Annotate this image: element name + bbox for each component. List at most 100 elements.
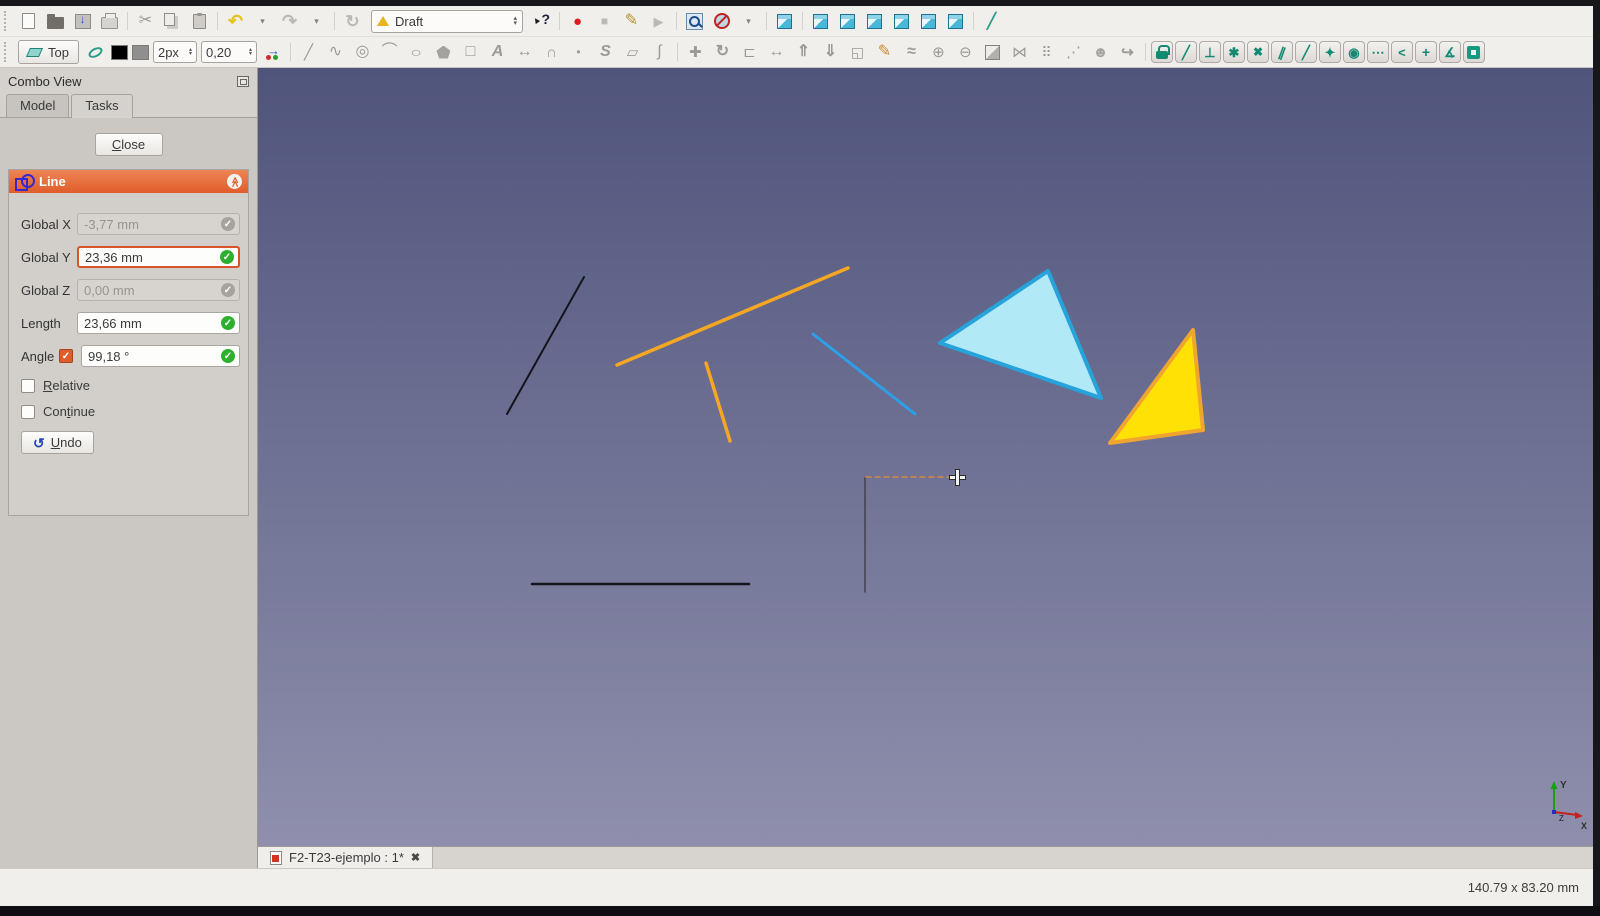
draft-offset-button[interactable]: ⊏ (736, 40, 763, 65)
paste-button[interactable] (186, 9, 213, 34)
draft-ellipse-button[interactable]: ○ (403, 40, 430, 65)
3d-viewport[interactable]: YXZ (258, 68, 1593, 846)
snap-perpendicular-button[interactable]: ⊥ (1199, 41, 1221, 63)
spinner-arrows-icon[interactable]: ▴▾ (510, 16, 517, 26)
cyan-triangle[interactable] (940, 271, 1101, 398)
snap-center-button[interactable]: ◉ (1343, 41, 1365, 63)
draft-array-button[interactable]: ⠿ (1033, 40, 1060, 65)
draft-add-point-button[interactable]: ⊕ (925, 40, 952, 65)
spinner-arrows-icon[interactable]: ▴▾ (246, 48, 252, 57)
close-document-icon[interactable]: ✖ (411, 851, 420, 864)
draft-scale-button[interactable]: ◱ (844, 40, 871, 65)
draft-rectangle-button[interactable]: □ (457, 40, 484, 65)
snap-grid-button[interactable]: ✱ (1223, 41, 1245, 63)
spin-down-icon[interactable]: ▾ (513, 21, 517, 26)
toolbar-handle[interactable] (4, 11, 11, 31)
new-document-button[interactable] (15, 9, 42, 34)
continue-checkbox[interactable] (21, 405, 35, 419)
macro-edit-button[interactable]: ✎ (618, 9, 645, 34)
global-scale-spinbox[interactable]: 0,20▴▾ (201, 41, 257, 63)
draft-wire-to-bspline-button[interactable]: ≈ (898, 40, 925, 65)
line-color-swatch[interactable] (111, 45, 128, 60)
draw-style-menu-button[interactable]: ▾ (735, 9, 762, 34)
collapse-icon[interactable]: ≪ (227, 174, 242, 189)
undo-button[interactable]: ↺ Undo (21, 431, 94, 454)
apply-style-button[interactable] (259, 40, 286, 65)
snap-ortho-button[interactable]: ✦ (1319, 41, 1341, 63)
black-line[interactable] (507, 277, 584, 414)
view-front-button[interactable] (807, 9, 834, 34)
draft-path-array-button[interactable]: ⋰ (1060, 40, 1087, 65)
draft-move-button[interactable]: ✚ (682, 40, 709, 65)
whats-this-button[interactable] (528, 9, 555, 34)
document-tab[interactable]: F2-T23-ejemplo : 1* ✖ (258, 847, 433, 868)
spinner-arrows-icon[interactable]: ▴▾ (186, 48, 192, 57)
orange-long-line[interactable] (617, 268, 848, 365)
open-document-button[interactable] (42, 9, 69, 34)
snap-lock-button[interactable] (1151, 41, 1173, 63)
draft-bspline-button[interactable]: ∩ (538, 40, 565, 65)
draft-bezier-button[interactable]: ∫ (646, 40, 673, 65)
draft-line-button[interactable]: ╱ (295, 40, 322, 65)
draft-clone-button[interactable]: ☻ (1087, 40, 1114, 65)
draft-to-sketch-button[interactable]: ↪ (1114, 40, 1141, 65)
view-right-button[interactable] (861, 9, 888, 34)
view-left-button[interactable] (942, 9, 969, 34)
view-rear-button[interactable] (888, 9, 915, 34)
snap-extension-button[interactable]: ╱ (1295, 41, 1317, 63)
snap-near-button[interactable]: < (1391, 41, 1413, 63)
draft-wire-button[interactable]: ∿ (322, 40, 349, 65)
relative-checkbox[interactable] (21, 379, 35, 393)
print-button[interactable] (96, 9, 123, 34)
draft-upgrade-button[interactable]: ⇑ (790, 40, 817, 65)
snap-special-button[interactable]: + (1415, 41, 1437, 63)
workbench-selector[interactable]: Draft▴▾ (371, 10, 523, 33)
close-button[interactable]: Close (95, 133, 163, 156)
macro-execute-button[interactable]: ▶ (645, 9, 672, 34)
redo-button[interactable]: ↷ (276, 9, 303, 34)
global-y-input[interactable] (79, 250, 238, 265)
yellow-triangle[interactable] (1110, 330, 1203, 443)
snap-parallel-button[interactable]: ∥ (1271, 41, 1293, 63)
spin-down-icon[interactable]: ▾ (189, 52, 192, 57)
draft-arc-button[interactable]: ⌒ (376, 40, 403, 65)
snap-working-plane-button[interactable] (1463, 41, 1485, 63)
angle-lock-checkbox[interactable] (59, 349, 73, 363)
draft-remove-point-button[interactable]: ⊖ (952, 40, 979, 65)
draft-point-button[interactable]: • (565, 40, 592, 65)
macro-record-button[interactable]: ● (564, 9, 591, 34)
tab-tasks[interactable]: Tasks (71, 94, 132, 118)
spin-down-icon[interactable]: ▾ (249, 52, 252, 57)
length-input[interactable] (78, 316, 239, 331)
global-z-input[interactable] (78, 283, 239, 298)
snap-endpoint-button[interactable]: ╱ (1175, 41, 1197, 63)
refresh-button[interactable]: ↻ (339, 9, 366, 34)
draft-trimex-button[interactable]: ↔ (763, 40, 790, 65)
copy-button[interactable] (159, 9, 186, 34)
draft-shapestring-button[interactable]: S (592, 40, 619, 65)
draft-dimension-button[interactable]: ↔ (511, 40, 538, 65)
snap-angle-button[interactable]: ∡ (1439, 41, 1461, 63)
view-bottom-button[interactable] (915, 9, 942, 34)
toolbar-handle[interactable] (4, 42, 11, 62)
tab-model[interactable]: Model (6, 94, 69, 117)
face-color-swatch[interactable] (132, 45, 149, 60)
blue-line[interactable] (813, 334, 915, 414)
view-top-button[interactable] (834, 9, 861, 34)
undo-menu-button[interactable]: ▾ (249, 9, 276, 34)
measure-distance-button[interactable]: ╱ (978, 9, 1005, 34)
snap-intersection-button[interactable]: ✖ (1247, 41, 1269, 63)
redo-menu-button[interactable]: ▾ (303, 9, 330, 34)
draft-shape-2d-view-button[interactable] (979, 40, 1006, 65)
construction-mode-button[interactable] (82, 40, 109, 65)
draft-edit-button[interactable]: ✎ (871, 40, 898, 65)
draft-circle-button[interactable]: ◎ (349, 40, 376, 65)
orange-short-line[interactable] (706, 363, 730, 441)
draft-polygon-button[interactable] (430, 40, 457, 65)
undo-button[interactable]: ↶ (222, 9, 249, 34)
global-x-input[interactable] (78, 217, 239, 232)
draw-style-button[interactable] (708, 9, 735, 34)
draft-downgrade-button[interactable]: ⇓ (817, 40, 844, 65)
angle-input[interactable] (82, 349, 239, 364)
zoom-fit-all-button[interactable] (681, 9, 708, 34)
